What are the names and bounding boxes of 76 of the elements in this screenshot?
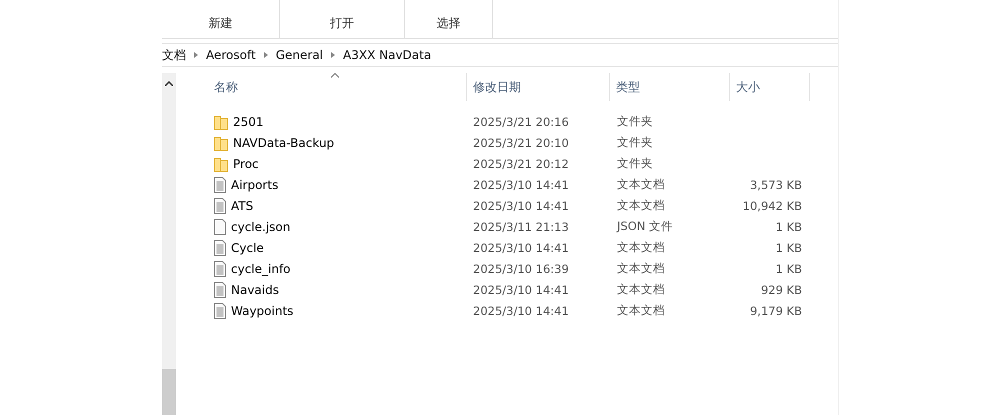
text-document-icon <box>213 260 227 276</box>
column-header[interactable]: 名称 <box>190 73 467 101</box>
folder-icon <box>213 114 229 130</box>
file-name: ATS <box>231 198 254 212</box>
column-header[interactable]: 类型 <box>610 73 730 101</box>
file-type: 文本文档 <box>616 177 666 192</box>
modified-date: 2025/3/10 14:41 <box>472 198 570 212</box>
file-row[interactable]: Cycle 2025/3/10 14:41 文本文档 1 KB <box>190 237 838 258</box>
ribbon-group-label: 新建 <box>208 15 232 32</box>
file-name: Airports <box>231 178 278 192</box>
text-document-icon <box>213 282 227 298</box>
file-name: NAVData-Backup <box>233 136 334 150</box>
file-type: 文本文档 <box>616 240 666 255</box>
scrollbar[interactable] <box>162 73 176 415</box>
scroll-up-icon[interactable] <box>165 81 173 86</box>
chevron-icon <box>331 52 336 58</box>
file-row[interactable]: Airports 2025/3/10 14:41 文本文档 3,573 KB <box>190 174 838 195</box>
file-name: Proc <box>233 156 259 170</box>
text-document-icon <box>213 240 227 256</box>
file-type: 文件夹 <box>616 114 654 129</box>
file-type: 文件夹 <box>616 156 654 171</box>
chevron-icon <box>264 52 268 58</box>
text-document-icon <box>213 176 227 192</box>
file-row[interactable]: 2501 2025/3/21 20:16 文件夹 <box>190 111 838 132</box>
file-size: 10,942 KB <box>742 198 803 212</box>
modified-date: 2025/3/10 14:41 <box>472 178 570 192</box>
file-size: 3,573 KB <box>748 178 803 192</box>
file-type: JSON 文件 <box>615 219 674 234</box>
folder-icon <box>213 134 229 150</box>
text-document-icon <box>213 302 227 318</box>
modified-date: 2025/3/10 14:41 <box>472 304 570 318</box>
modified-date: 2025/3/21 20:12 <box>472 156 570 170</box>
file-name: Cycle <box>231 240 264 254</box>
file-row[interactable]: NAVData-Backup 2025/3/21 20:10 文件夹 <box>190 132 838 153</box>
column-header[interactable]: 修改日期 <box>467 73 610 101</box>
file-row[interactable]: Proc 2025/3/21 20:12 文件夹 <box>190 153 838 174</box>
chevron-icon <box>194 52 198 58</box>
file-row[interactable]: cycle_info 2025/3/10 16:39 文本文档 1 KB <box>190 258 838 279</box>
scrollbar-thumb[interactable] <box>162 369 176 415</box>
sort-caret-icon <box>331 73 339 78</box>
file-row[interactable]: ATS 2025/3/10 14:41 文本文档 10,942 KB <box>190 195 838 216</box>
file-type: 文件夹 <box>616 135 654 150</box>
text-document-icon <box>213 198 227 214</box>
file-name: 2501 <box>233 114 264 128</box>
breadcrumb-item[interactable]: General <box>276 48 324 62</box>
file-row[interactable]: Navaids 2025/3/10 14:41 文本文档 929 KB <box>190 279 838 300</box>
file-name: cycle.json <box>231 220 290 234</box>
file-name: cycle_info <box>231 262 291 276</box>
modified-date: 2025/3/11 21:13 <box>472 220 570 234</box>
file-size: 1 KB <box>774 262 803 276</box>
file-type: 文本文档 <box>616 261 666 276</box>
modified-date: 2025/3/10 16:39 <box>472 262 570 276</box>
column-header[interactable]: 大小 <box>730 73 810 101</box>
file-size: 929 KB <box>760 282 803 296</box>
modified-date: 2025/3/21 20:10 <box>472 136 570 150</box>
file-size: 9,179 KB <box>748 304 803 318</box>
file-size: 1 KB <box>774 220 803 234</box>
modified-date: 2025/3/21 20:16 <box>472 114 570 128</box>
modified-date: 2025/3/10 14:41 <box>472 282 570 296</box>
file-type: 文本文档 <box>616 282 666 297</box>
file-name: Waypoints <box>231 304 294 318</box>
breadcrumb-item[interactable]: A3XX NavData <box>343 48 432 62</box>
file-type: 文本文档 <box>616 303 666 318</box>
address-bar[interactable]: 文档 Aerosoft General A3XX NavData <box>162 43 838 67</box>
blank-file-icon <box>213 218 227 234</box>
ribbon-group-label: 打开 <box>330 15 354 32</box>
breadcrumb-item[interactable]: 文档 <box>162 46 186 64</box>
file-name: Navaids <box>231 282 279 296</box>
file-size: 1 KB <box>774 240 803 254</box>
breadcrumb-item[interactable]: Aerosoft <box>206 48 256 62</box>
folder-icon <box>213 156 229 172</box>
file-row[interactable]: cycle.json 2025/3/11 21:13 JSON 文件 1 KB <box>190 216 838 237</box>
file-row[interactable]: Waypoints 2025/3/10 14:41 文本文档 9,179 KB <box>190 300 838 321</box>
modified-date: 2025/3/10 14:41 <box>472 240 570 254</box>
ribbon-group-label: 选择 <box>436 15 460 32</box>
file-type: 文本文档 <box>616 198 666 213</box>
